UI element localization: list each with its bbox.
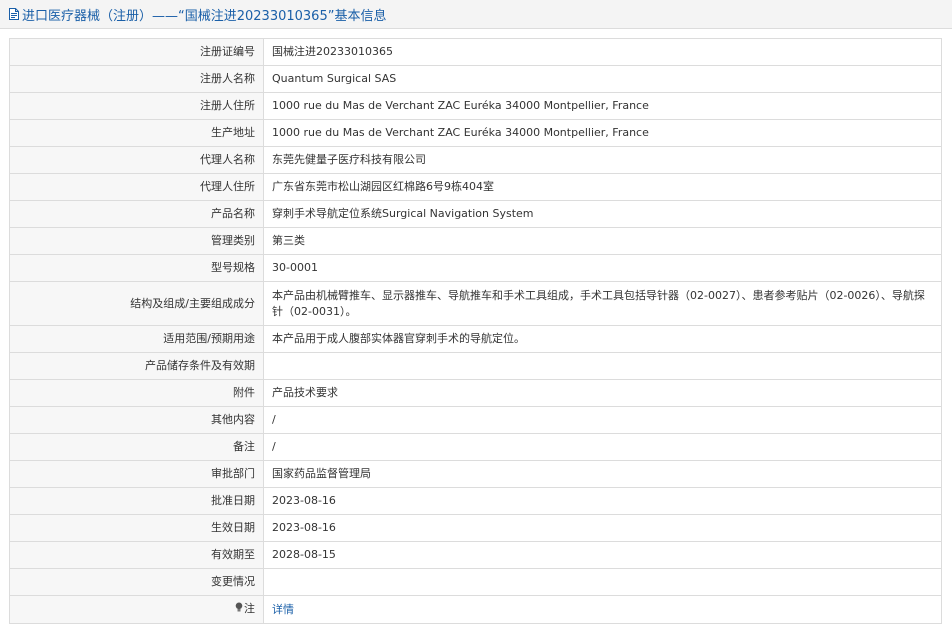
row-label: 变更情况 bbox=[9, 568, 264, 596]
row-value: 穿刺手术导航定位系统Surgical Navigation System bbox=[263, 200, 942, 228]
row-label: 附件 bbox=[9, 379, 264, 407]
table-row: 管理类别 第三类 bbox=[9, 227, 942, 255]
note-value-cell: 详情 bbox=[263, 595, 942, 624]
table-row: 产品储存条件及有效期 bbox=[9, 352, 942, 380]
table-row: 批准日期 2023-08-16 bbox=[9, 487, 942, 515]
table-row: 注册人名称 Quantum Surgical SAS bbox=[9, 65, 942, 93]
note-label: 注 bbox=[244, 602, 255, 615]
table-row: 注册证编号 国械注进20233010365 bbox=[9, 38, 942, 66]
row-label: 代理人名称 bbox=[9, 146, 264, 174]
table-row: 其他内容 / bbox=[9, 406, 942, 434]
page-title-bar: 进口医疗器械（注册）——“国械注进20233010365”基本信息 bbox=[0, 0, 952, 29]
row-value: / bbox=[263, 406, 942, 434]
row-label: 管理类别 bbox=[9, 227, 264, 255]
table-row: 审批部门 国家药品监督管理局 bbox=[9, 460, 942, 488]
row-label: 型号规格 bbox=[9, 254, 264, 282]
lightbulb-icon bbox=[235, 602, 243, 618]
row-label: 注册人名称 bbox=[9, 65, 264, 93]
table-row: 变更情况 bbox=[9, 568, 942, 596]
table-row: 有效期至 2028-08-15 bbox=[9, 541, 942, 569]
row-value: 国家药品监督管理局 bbox=[263, 460, 942, 488]
row-value: 2023-08-16 bbox=[263, 487, 942, 515]
row-value: 产品技术要求 bbox=[263, 379, 942, 407]
row-label: 生效日期 bbox=[9, 514, 264, 542]
row-value: 1000 rue du Mas de Verchant ZAC Euréka 3… bbox=[263, 119, 942, 147]
row-value: 国械注进20233010365 bbox=[263, 38, 942, 66]
page-title: 进口医疗器械（注册）——“国械注进20233010365”基本信息 bbox=[22, 8, 387, 24]
row-value bbox=[263, 352, 942, 380]
row-label: 有效期至 bbox=[9, 541, 264, 569]
row-value: 30-0001 bbox=[263, 254, 942, 282]
table-row: 生产地址 1000 rue du Mas de Verchant ZAC Euré… bbox=[9, 119, 942, 147]
row-label: 注册人住所 bbox=[9, 92, 264, 120]
row-value: 1000 rue du Mas de Verchant ZAC Euréka 3… bbox=[263, 92, 942, 120]
row-label: 结构及组成/主要组成成分 bbox=[9, 281, 264, 326]
row-value bbox=[263, 568, 942, 596]
table-row: 适用范围/预期用途 本产品用于成人腹部实体器官穿刺手术的导航定位。 bbox=[9, 325, 942, 353]
table-row: 产品名称 穿刺手术导航定位系统Surgical Navigation System bbox=[9, 200, 942, 228]
row-value: 东莞先健量子医疗科技有限公司 bbox=[263, 146, 942, 174]
row-label: 适用范围/预期用途 bbox=[9, 325, 264, 353]
table-row: 代理人名称 东莞先健量子医疗科技有限公司 bbox=[9, 146, 942, 174]
row-label: 注册证编号 bbox=[9, 38, 264, 66]
table-row: 备注 / bbox=[9, 433, 942, 461]
note-label-cell: 注 bbox=[9, 595, 264, 624]
row-label: 代理人住所 bbox=[9, 173, 264, 201]
note-row: 注 详情 bbox=[9, 595, 942, 624]
details-link[interactable]: 详情 bbox=[272, 603, 294, 616]
row-label: 产品储存条件及有效期 bbox=[9, 352, 264, 380]
row-value: 第三类 bbox=[263, 227, 942, 255]
row-value: 2028-08-15 bbox=[263, 541, 942, 569]
row-value: 本产品用于成人腹部实体器官穿刺手术的导航定位。 bbox=[263, 325, 942, 353]
row-label: 备注 bbox=[9, 433, 264, 461]
row-value: 2023-08-16 bbox=[263, 514, 942, 542]
row-label: 批准日期 bbox=[9, 487, 264, 515]
row-value: Quantum Surgical SAS bbox=[263, 65, 942, 93]
row-value: / bbox=[263, 433, 942, 461]
table-row: 生效日期 2023-08-16 bbox=[9, 514, 942, 542]
row-value: 广东省东莞市松山湖园区红棉路6号9栋404室 bbox=[263, 173, 942, 201]
row-value: 本产品由机械臂推车、显示器推车、导航推车和手术工具组成，手术工具包括导针器（02… bbox=[263, 281, 942, 326]
table-row: 附件 产品技术要求 bbox=[9, 379, 942, 407]
document-icon bbox=[9, 8, 19, 20]
table-row: 结构及组成/主要组成成分 本产品由机械臂推车、显示器推车、导航推车和手术工具组成，… bbox=[9, 281, 942, 326]
table-row: 代理人住所 广东省东莞市松山湖园区红棉路6号9栋404室 bbox=[9, 173, 942, 201]
table-row: 型号规格 30-0001 bbox=[9, 254, 942, 282]
detail-table: 注册证编号 国械注进20233010365 注册人名称 Quantum Surgic… bbox=[9, 38, 942, 624]
table-row: 注册人住所 1000 rue du Mas de Verchant ZAC Eur… bbox=[9, 92, 942, 120]
row-label: 生产地址 bbox=[9, 119, 264, 147]
row-label: 产品名称 bbox=[9, 200, 264, 228]
row-label: 审批部门 bbox=[9, 460, 264, 488]
row-label: 其他内容 bbox=[9, 406, 264, 434]
